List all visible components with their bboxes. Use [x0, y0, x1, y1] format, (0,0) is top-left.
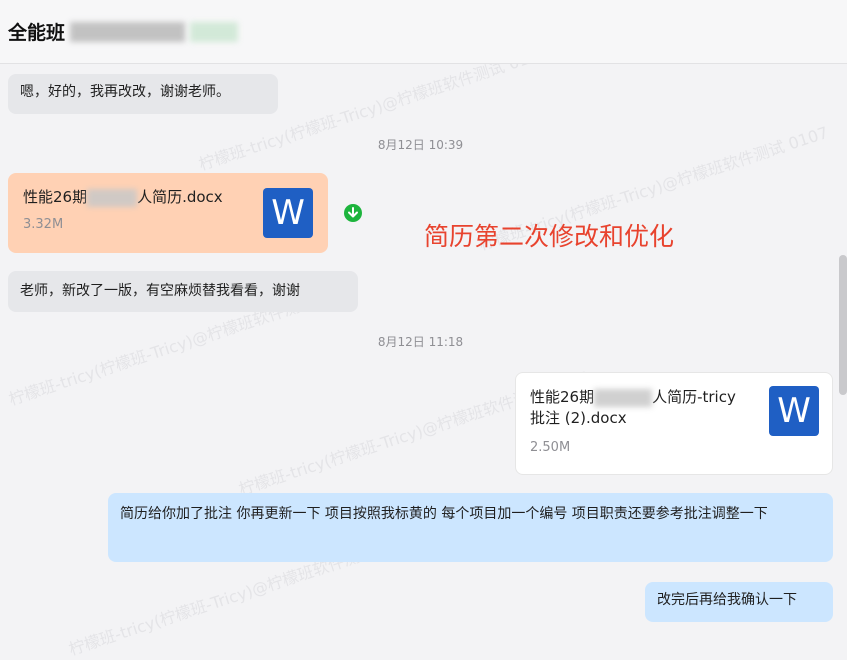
- timestamp: 8月12日 10:39: [377, 138, 464, 152]
- scrollbar[interactable]: [839, 255, 847, 395]
- download-icon[interactable]: [344, 204, 362, 222]
- annotation-text: 简历第二次修改和优化: [424, 222, 675, 251]
- message-bubble-incoming[interactable]: 老师，新改了一版，有空麻烦替我看看，谢谢: [8, 271, 358, 312]
- message-list[interactable]: 嗯，好的，我再改改，谢谢老师。 8月12日 10:39 性能26期 人简历.doc…: [0, 64, 847, 637]
- chat-title: 全能班: [8, 22, 66, 44]
- file-card-incoming[interactable]: 性能26期 人简历.docx 3.32M W: [8, 173, 328, 253]
- file-name: 性能26期 人简历.docx: [23, 187, 223, 208]
- message-bubble-outgoing[interactable]: 改完后再给我确认一下: [645, 582, 833, 622]
- message-bubble-incoming[interactable]: 嗯，好的，我再改改，谢谢老师。: [8, 74, 278, 114]
- timestamp: 8月12日 11:18: [377, 335, 464, 349]
- file-name-part: 人简历.docx: [137, 188, 223, 206]
- file-name-part: 人简历-tricy: [652, 388, 736, 406]
- message-bubble-outgoing[interactable]: 简历给你加了批注 你再更新一下 项目按照我标黄的 每个项目加一个编号 项目职责还…: [108, 493, 833, 562]
- redacted-name: [70, 22, 185, 42]
- word-document-icon: W: [769, 386, 819, 436]
- chat-header: 全能班: [0, 0, 847, 64]
- file-name-part: 性能26期: [23, 188, 88, 206]
- file-card-outgoing[interactable]: 性能26期 人简历-tricy 批注 (2).docx 2.50M W: [515, 372, 833, 475]
- redacted-name: [594, 388, 653, 407]
- file-size: 3.32M: [23, 217, 64, 232]
- file-size: 2.50M: [530, 440, 571, 455]
- redacted-name: [190, 22, 238, 42]
- file-name-part: 批注 (2).docx: [530, 409, 627, 427]
- word-document-icon: W: [263, 188, 313, 238]
- file-name-part: 性能26期: [530, 388, 595, 406]
- file-name: 性能26期 人简历-tricy 批注 (2).docx: [530, 387, 760, 429]
- redacted-name: [87, 188, 138, 207]
